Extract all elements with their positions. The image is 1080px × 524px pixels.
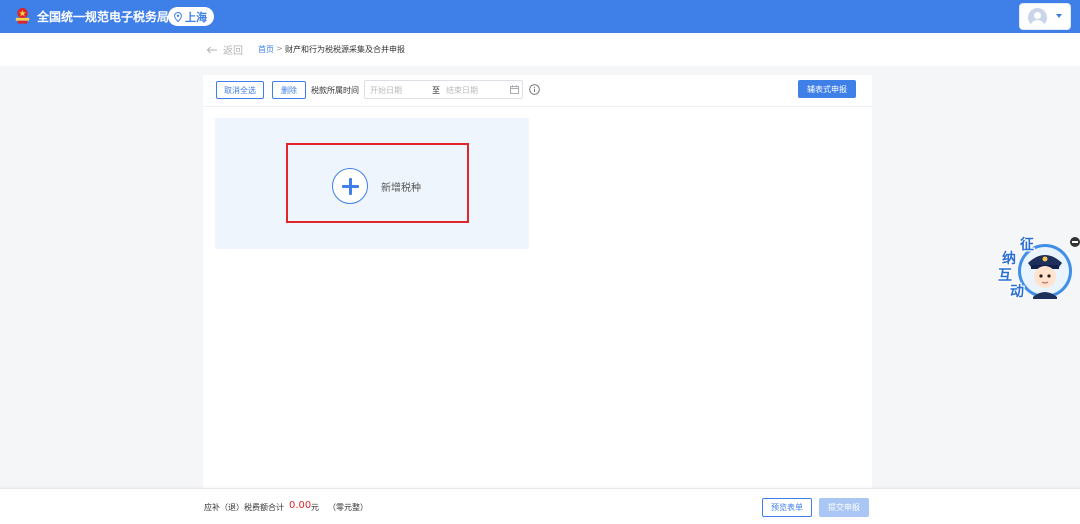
main-panel: 取消全选 删除 税款所属时间 开始日期 至 结束日期 辅表式申报 新增税种 <box>203 75 872 490</box>
user-menu[interactable] <box>1019 3 1071 30</box>
cancel-select-all-button[interactable]: 取消全选 <box>216 81 264 99</box>
guided-declare-button[interactable]: 辅表式申报 <box>798 80 856 98</box>
total-in-words: （零元整） <box>328 503 368 512</box>
breadcrumb-separator: > <box>276 44 283 53</box>
range-separator: 至 <box>432 86 440 95</box>
region-selector[interactable]: 上海 <box>168 7 214 26</box>
delete-button[interactable]: 删除 <box>272 81 306 99</box>
footer-bar: 应补（退）税费额合计 0.00 元 （零元整） 预览表单 提交申报 <box>0 488 1080 524</box>
preview-form-button[interactable]: 预览表单 <box>762 498 812 517</box>
mascot-char-3: 互 <box>998 268 1012 284</box>
highlight-box <box>286 143 469 223</box>
calendar-icon <box>510 85 519 94</box>
mascot-char-4: 动 <box>1010 283 1024 300</box>
date-range-picker[interactable]: 开始日期 至 结束日期 <box>364 80 523 99</box>
total-label: 应补（退）税费额合计 <box>204 503 284 512</box>
mascot-char-1: 征 <box>1020 236 1034 253</box>
info-icon[interactable] <box>529 84 540 95</box>
caret-down-icon <box>1056 14 1062 18</box>
toolbar-divider <box>203 106 872 107</box>
tax-period-label: 税款所属时间 <box>311 86 359 95</box>
add-tax-type-card[interactable]: 新增税种 <box>215 118 529 249</box>
region-label: 上海 <box>185 10 207 24</box>
collapse-icon[interactable] <box>1070 237 1080 247</box>
breadcrumb-current: 财产和行为税税源采集及合并申报 <box>285 45 405 54</box>
submit-declaration-button[interactable]: 提交申报 <box>819 498 869 517</box>
mascot-text: 征 纳 互 动 <box>997 235 1036 302</box>
mascot[interactable]: 征 纳 互 动 <box>995 233 1075 305</box>
location-pin-icon <box>174 11 182 22</box>
mascot-char-2: 纳 <box>1002 250 1016 267</box>
start-date-input[interactable]: 开始日期 <box>370 85 402 96</box>
back-link[interactable]: 返回 <box>206 42 243 57</box>
plus-icon[interactable] <box>332 168 368 204</box>
site-title: 全国统一规范电子税务局 <box>37 10 170 24</box>
top-header: 全国统一规范电子税务局 上海 <box>0 0 1080 33</box>
total-value: 0.00 <box>289 500 312 511</box>
arrow-left-icon <box>206 46 217 53</box>
back-label: 返回 <box>223 46 243 57</box>
avatar <box>1028 8 1047 27</box>
breadcrumb-home[interactable]: 首页 <box>258 44 274 55</box>
total-unit: 元 <box>311 503 319 512</box>
breadcrumb-bar: 返回 首页 > 财产和行为税税源采集及合并申报 <box>0 33 1080 66</box>
add-tax-type-label[interactable]: 新增税种 <box>381 179 421 194</box>
tax-emblem-logo <box>15 7 30 24</box>
end-date-input[interactable]: 结束日期 <box>446 85 478 96</box>
